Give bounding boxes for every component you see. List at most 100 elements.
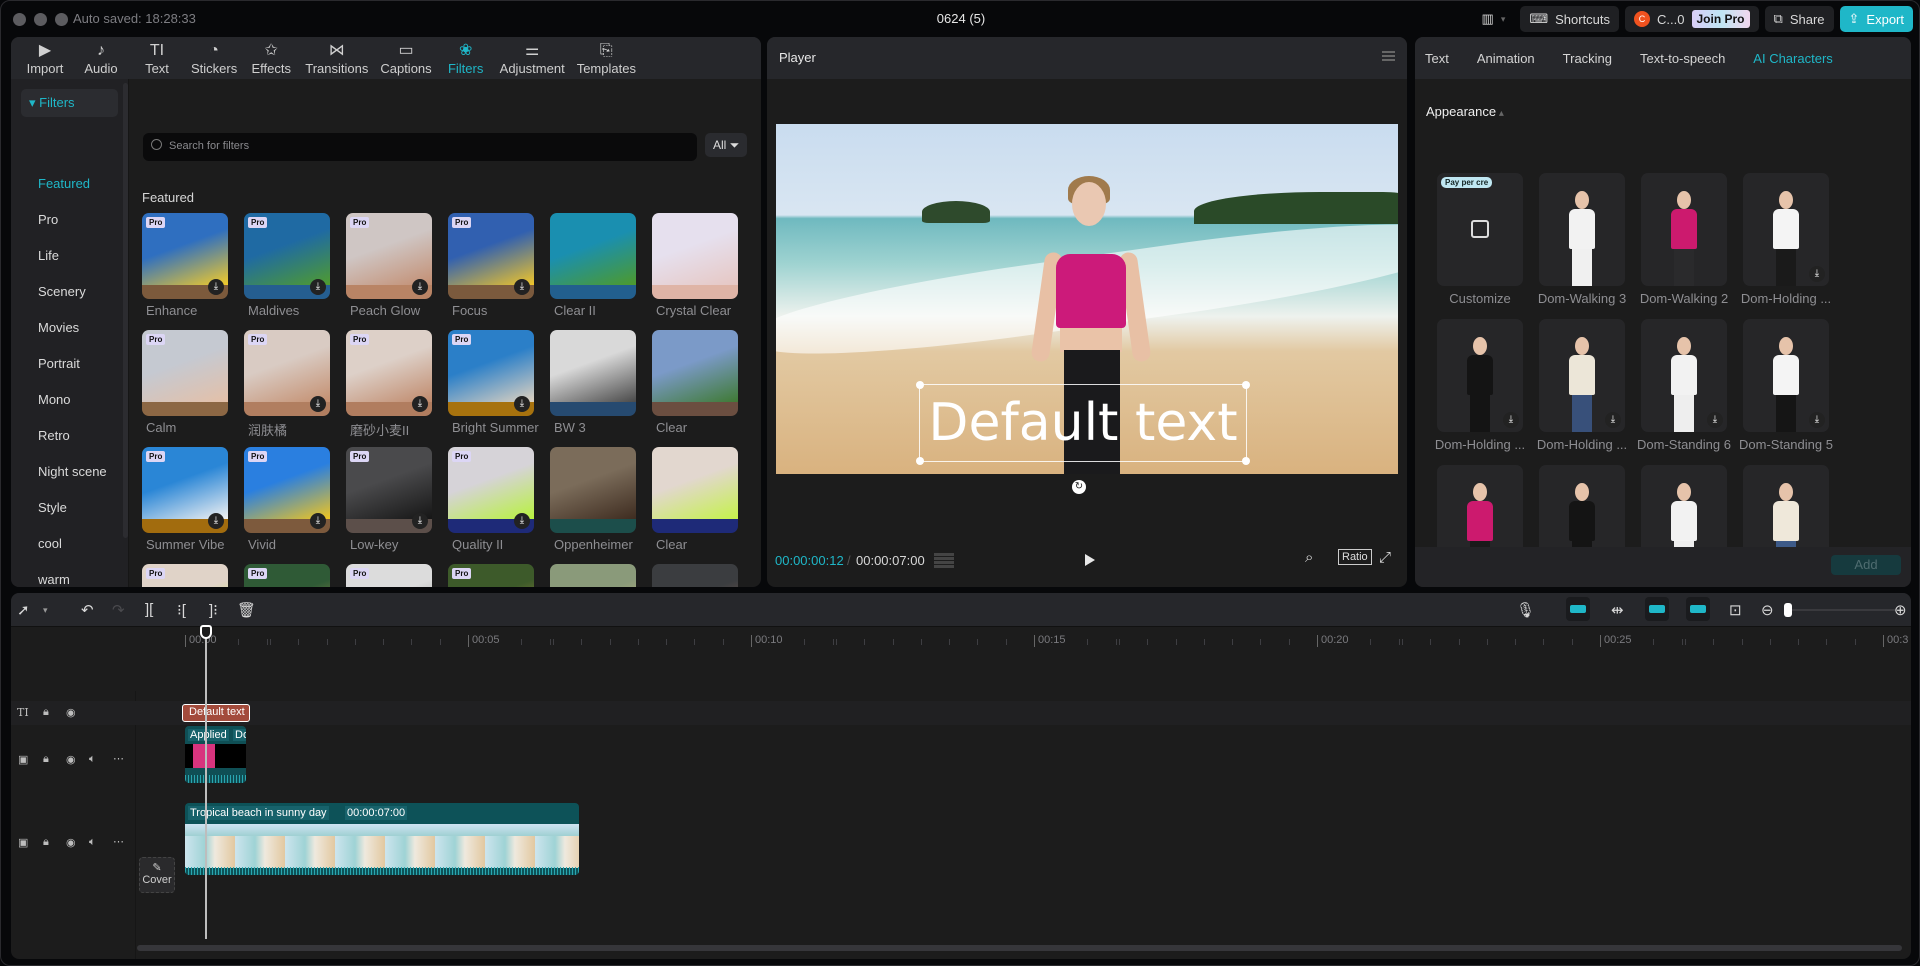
download-icon[interactable]: ⤓ [1503, 412, 1519, 428]
filter-category-pro[interactable]: Pro [38, 212, 58, 227]
join-pro-button[interactable]: Join Pro [1691, 10, 1750, 28]
download-icon[interactable]: ⤓ [310, 279, 326, 295]
filter-category-mono[interactable]: Mono [38, 392, 71, 407]
download-icon[interactable]: ⤓ [514, 513, 530, 529]
filter-all-dropdown[interactable]: All ⏷ [705, 133, 747, 157]
video-preview[interactable]: Default text [776, 124, 1398, 474]
filter-tile[interactable]: Pro ⤓ [346, 447, 432, 533]
filter-tile[interactable]: Pro [346, 564, 432, 587]
download-icon[interactable]: ⤓ [412, 513, 428, 529]
download-icon[interactable]: ⤓ [208, 513, 224, 529]
eye-icon[interactable]: ◉ [66, 706, 76, 719]
shortcuts-button[interactable]: ⌨ Shortcuts [1520, 6, 1620, 32]
text-clip[interactable]: Default text [182, 704, 250, 722]
filter-search-input[interactable]: Search for filters [143, 133, 697, 161]
filter-tile[interactable] [652, 447, 738, 533]
share-button[interactable]: ⧉ Share [1764, 6, 1834, 32]
filter-tile[interactable]: Pro ⤓ [142, 213, 228, 299]
download-icon[interactable]: ⤓ [310, 396, 326, 412]
tool-filters[interactable]: ❀ Filters [438, 37, 494, 79]
timecode-format-icon[interactable] [934, 553, 954, 568]
filter-tile[interactable] [550, 213, 636, 299]
lock-icon[interactable]: 🔒︎ [43, 753, 49, 766]
filter-category-cool[interactable]: cool [38, 536, 62, 551]
eye-icon[interactable]: ◉ [66, 753, 76, 766]
character-tile[interactable]: Pay per cre [1437, 173, 1523, 286]
account-button[interactable]: C C...0 Join Pro [1625, 6, 1759, 32]
tool-audio[interactable]: ♪ Audio [73, 37, 129, 79]
category-scrollbar[interactable] [123, 83, 128, 538]
tool-adjustment[interactable]: ⚌ Adjustment [494, 37, 571, 79]
filter-category-warm[interactable]: warm [38, 572, 70, 587]
character-tile[interactable]: ⤓ [1743, 173, 1829, 286]
undo-icon[interactable]: ↶ [81, 601, 94, 619]
split-left-icon[interactable]: ⁝[ [177, 601, 186, 619]
tab-text[interactable]: Text [1425, 51, 1449, 66]
download-icon[interactable]: ⤓ [310, 513, 326, 529]
filters-section-toggle[interactable]: ▾ Filters [21, 89, 118, 117]
filter-tile[interactable]: Pro [142, 330, 228, 416]
redo-icon[interactable]: ↷ [112, 601, 125, 619]
split-icon[interactable]: ][ [145, 601, 153, 618]
filter-tile[interactable]: Pro ⤓ [244, 330, 330, 416]
resize-handle[interactable] [916, 457, 924, 465]
zoom-slider-handle[interactable] [1784, 603, 1792, 617]
filter-category-scenery[interactable]: Scenery [38, 284, 86, 299]
filter-category-style[interactable]: Style [38, 500, 67, 515]
filter-tile[interactable]: Pro [142, 564, 228, 587]
download-icon[interactable]: ⤓ [1707, 412, 1723, 428]
rotate-handle-icon[interactable]: ↻ [1072, 480, 1086, 494]
playhead-handle[interactable] [200, 625, 212, 639]
filter-tile[interactable] [550, 330, 636, 416]
zoom-in-icon[interactable]: ⊕ [1894, 601, 1907, 619]
timeline-scrollbar[interactable] [137, 945, 1902, 951]
zoom-out-icon[interactable]: ⊖ [1761, 601, 1774, 619]
filter-tile[interactable]: Pro [448, 564, 534, 587]
ai-character-clip[interactable]: Applied Do [185, 726, 246, 783]
download-icon[interactable]: ⤓ [208, 279, 224, 295]
delete-icon[interactable]: 🗑 [237, 601, 256, 619]
tool-templates[interactable]: ⎘ Templates [571, 37, 642, 79]
lock-icon[interactable]: 🔒︎ [43, 836, 49, 849]
play-button[interactable] [1085, 554, 1095, 566]
microphone-icon[interactable]: 🎙 [1516, 601, 1535, 619]
filter-tile[interactable]: Pro ⤓ [448, 213, 534, 299]
character-tile[interactable] [1641, 173, 1727, 286]
more-icon[interactable]: ⋯ [113, 752, 124, 765]
tool-import[interactable]: ▶ Import [17, 37, 73, 79]
more-icon[interactable]: ⋯ [113, 835, 124, 848]
tab-text-to-speech[interactable]: Text-to-speech [1640, 51, 1725, 66]
filter-category-retro[interactable]: Retro [38, 428, 70, 443]
resize-handle[interactable] [1242, 381, 1250, 389]
filter-tile[interactable] [550, 564, 636, 587]
filter-tile[interactable] [652, 564, 738, 587]
playhead[interactable] [205, 629, 207, 939]
tab-ai-characters[interactable]: AI Characters [1753, 51, 1832, 66]
character-tile[interactable]: ⤓ [1437, 319, 1523, 432]
filter-tile[interactable]: Pro ⤓ [448, 447, 534, 533]
tool-transitions[interactable]: ⋈ Transitions [299, 37, 374, 79]
select-tool-icon[interactable]: ➚ [17, 601, 30, 619]
text-overlay-box[interactable]: Default text [916, 381, 1250, 465]
filter-tile[interactable]: Pro ⤓ [244, 213, 330, 299]
add-button[interactable]: Add [1831, 555, 1901, 575]
tool-effects[interactable]: ✩ Effects [243, 37, 299, 79]
filter-tile[interactable]: Pro ⤓ [346, 213, 432, 299]
tool-stickers[interactable]: ◔ Stickers [185, 37, 243, 79]
download-icon[interactable]: ⤓ [1809, 266, 1825, 282]
timeline-zoom-slider[interactable] [1786, 609, 1896, 611]
filter-tile[interactable]: Pro ⤓ [346, 330, 432, 416]
download-icon[interactable]: ⤓ [514, 279, 530, 295]
download-icon[interactable]: ⤓ [514, 396, 530, 412]
background-video-clip[interactable]: Tropical beach in sunny day 00:00:07:00 [185, 803, 579, 875]
filter-category-night-scene[interactable]: Night scene [38, 464, 107, 479]
audio-icon[interactable]: 🔈︎ [89, 753, 96, 766]
eye-icon[interactable]: ◉ [66, 836, 76, 849]
filter-tile[interactable] [550, 447, 636, 533]
filter-tile[interactable] [652, 330, 738, 416]
download-icon[interactable]: ⤓ [1605, 412, 1621, 428]
cover-button[interactable]: ✎ Cover [139, 857, 175, 893]
tool-text[interactable]: TI Text [129, 37, 185, 79]
download-icon[interactable]: ⤓ [412, 396, 428, 412]
main-track-magnet-toggle[interactable] [1566, 597, 1590, 621]
